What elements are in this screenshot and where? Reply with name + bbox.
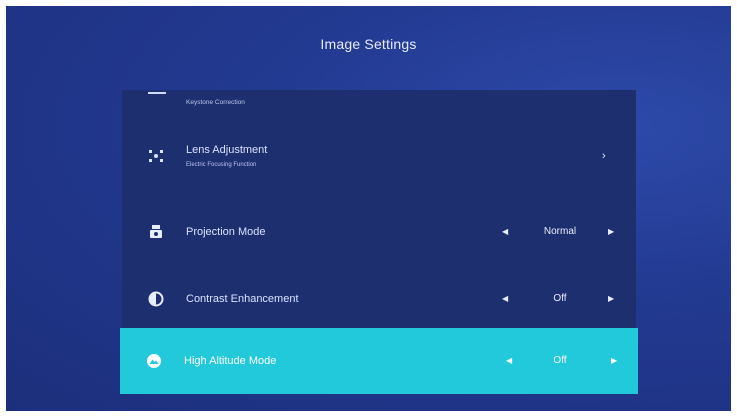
menu-item-label: Lens Adjustment bbox=[186, 144, 268, 156]
menu-item-contrast-enhancement[interactable]: Contrast Enhancement ◀ Off ▶ bbox=[122, 275, 636, 325]
settings-screen: Image Settings Keystone Correction Lens … bbox=[6, 6, 731, 411]
menu-item-sublabel: Electric Focusing Function bbox=[186, 162, 257, 168]
menu-item-value: Off bbox=[553, 355, 567, 366]
arrow-left-icon[interactable]: ◀ bbox=[502, 227, 508, 236]
chevron-right-icon[interactable]: › bbox=[602, 150, 606, 162]
arrow-left-icon[interactable]: ◀ bbox=[502, 294, 508, 303]
menu-item-value: Normal bbox=[543, 226, 577, 237]
menu-item-sublabel: Keystone Correction bbox=[186, 99, 245, 106]
arrow-right-icon[interactable]: ▶ bbox=[611, 356, 617, 365]
keystone-icon bbox=[148, 92, 166, 94]
projection-icon bbox=[148, 224, 164, 240]
menu-item-value: Off bbox=[553, 293, 567, 304]
menu-item-high-altitude-mode[interactable]: High Altitude Mode ◀ Off ▶ bbox=[120, 328, 638, 394]
menu-item-label: Projection Mode bbox=[186, 226, 266, 238]
menu-item-keystone-correction[interactable]: Keystone Correction bbox=[122, 90, 636, 116]
arrow-right-icon[interactable]: ▶ bbox=[608, 227, 614, 236]
contrast-icon bbox=[148, 291, 164, 307]
lens-adjust-icon bbox=[148, 148, 164, 164]
arrow-right-icon[interactable]: ▶ bbox=[608, 294, 614, 303]
menu-item-projection-mode[interactable]: Projection Mode ◀ Normal ▶ bbox=[122, 208, 636, 258]
menu-item-label: Contrast Enhancement bbox=[186, 293, 299, 305]
menu-item-lens-adjustment[interactable]: Lens Adjustment Electric Focusing Functi… bbox=[122, 130, 636, 186]
settings-panel: Keystone Correction Lens Adjustment Elec… bbox=[120, 90, 638, 394]
altitude-icon bbox=[146, 353, 162, 369]
arrow-left-icon[interactable]: ◀ bbox=[506, 356, 512, 365]
page-title: Image Settings bbox=[320, 36, 417, 52]
menu-item-label: High Altitude Mode bbox=[184, 355, 277, 367]
